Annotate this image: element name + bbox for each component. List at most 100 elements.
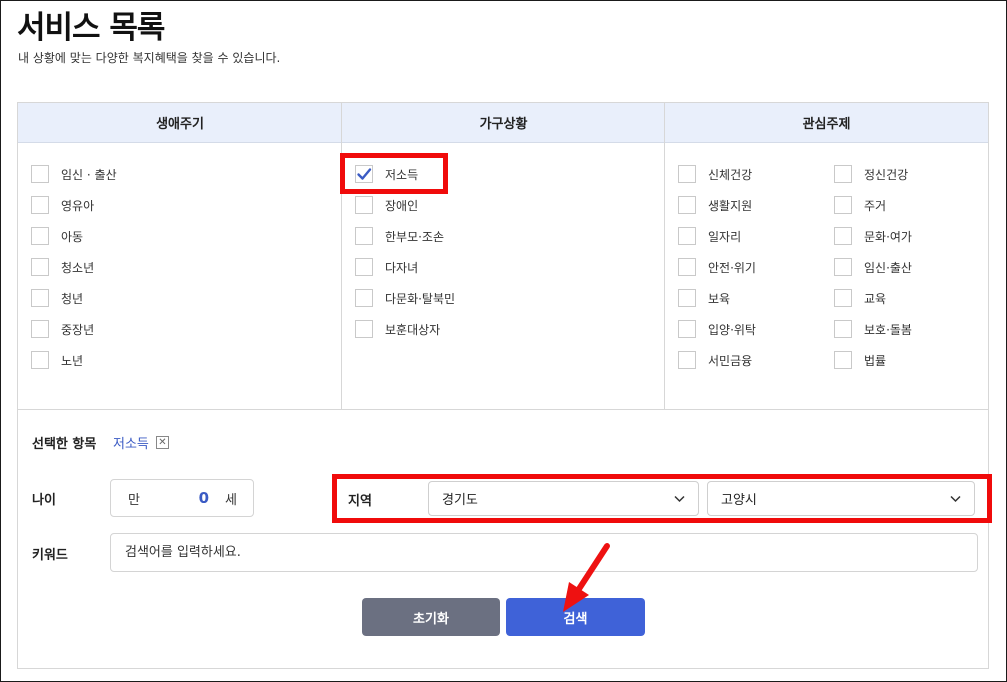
checkbox[interactable] [678,320,696,338]
checkbox[interactable] [31,196,49,214]
option-single-parent[interactable]: 한부모·조손 [355,227,444,245]
option-finance[interactable]: 서민금융 [678,351,752,369]
checkbox[interactable] [678,165,696,183]
option-label: 한부모·조손 [385,229,445,244]
option-mental-health[interactable]: 정신건강 [834,165,908,183]
option-safety[interactable]: 안전·위기 [678,258,756,276]
option-label: 교육 [864,291,887,306]
checkbox[interactable] [834,196,852,214]
option-label: 보육 [708,291,731,306]
option-label: 노년 [61,353,84,368]
option-disabled[interactable]: 장애인 [355,196,418,214]
column-divider [341,103,342,409]
age-suffix: 세 [225,492,237,508]
age-input[interactable]: 만 0 세 [110,479,254,517]
option-label: 청소년 [61,260,95,275]
option-culture[interactable]: 문화·여가 [834,227,912,245]
option-housing[interactable]: 주거 [834,196,886,214]
option-pregnancy-birth[interactable]: 임신 · 출산 [31,165,117,183]
reset-button[interactable]: 초기화 [362,598,500,636]
option-label: 임신 · 출산 [61,167,117,182]
checkbox[interactable] [834,351,852,369]
age-value[interactable]: 0 [199,489,209,507]
option-child[interactable]: 아동 [31,227,83,245]
header-household: 가구상황 [342,103,665,143]
checkbox[interactable] [31,320,49,338]
option-jobs[interactable]: 일자리 [678,227,741,245]
checkbox[interactable] [31,227,49,245]
option-label: 정신건강 [864,167,909,182]
option-physical-health[interactable]: 신체건강 [678,165,752,183]
option-label: 안전·위기 [708,260,756,275]
header-lifecycle: 생애주기 [18,103,342,143]
close-icon[interactable]: ✕ [155,436,169,449]
option-living-support[interactable]: 생활지원 [678,196,752,214]
red-arrow-icon [563,543,610,612]
option-label: 아동 [61,229,84,244]
checkbox[interactable] [678,258,696,276]
option-adoption[interactable]: 입양·위탁 [678,320,756,338]
option-teen[interactable]: 청소년 [31,258,94,276]
checkbox[interactable] [678,196,696,214]
page-subtitle: 내 상황에 맞는 다양한 복지혜택을 찾을 수 있습니다. [18,51,281,65]
checkbox[interactable] [834,227,852,245]
option-label: 서민금융 [708,353,753,368]
option-multi-child[interactable]: 다자녀 [355,258,418,276]
checkbox[interactable] [834,320,852,338]
option-label: 다자녀 [385,260,419,275]
option-label: 임신·출산 [864,260,912,275]
option-label: 일자리 [708,229,742,244]
checkbox[interactable] [355,258,373,276]
option-label: 영유아 [61,198,95,213]
option-care[interactable]: 보호·돌봄 [834,320,912,338]
checkbox[interactable] [834,258,852,276]
highlight-box [332,474,992,523]
checkbox[interactable] [834,289,852,307]
option-pregnancy[interactable]: 임신·출산 [834,258,912,276]
checkbox[interactable] [678,289,696,307]
checkbox[interactable] [355,196,373,214]
header-interest: 관심주제 [665,103,988,143]
option-multicultural[interactable]: 다문화·탈북민 [355,289,455,307]
highlight-box [340,153,448,194]
option-label: 보훈대상자 [385,322,441,337]
checkbox[interactable] [31,351,49,369]
page-title: 서비스 목록 [17,10,165,46]
selected-chip-label: 저소득 [113,437,149,452]
option-label: 장애인 [385,198,419,213]
checkbox[interactable] [355,320,373,338]
checkbox[interactable] [834,165,852,183]
keyword-label: 키워드 [32,548,68,563]
age-label: 나이 [32,493,56,508]
option-label: 주거 [864,198,887,213]
column-divider [664,103,665,409]
filter-panel: 생애주기 가구상황 관심주제 임신 · 출산 영유아 아동 청소년 청년 중장년… [17,102,989,669]
option-label: 생활지원 [708,198,753,213]
option-education[interactable]: 교육 [834,289,886,307]
option-label: 청년 [61,291,84,306]
option-senior[interactable]: 노년 [31,351,83,369]
option-label: 다문화·탈북민 [385,291,456,306]
checkbox[interactable] [355,227,373,245]
selected-items-label: 선택한 항목 [32,437,97,452]
checkbox[interactable] [355,289,373,307]
keyword-input[interactable] [110,533,978,572]
option-label: 법률 [864,353,887,368]
option-middle-age[interactable]: 중장년 [31,320,94,338]
option-label: 문화·여가 [864,229,912,244]
option-label: 입양·위탁 [708,322,756,337]
checkbox[interactable] [31,165,49,183]
checkbox[interactable] [678,227,696,245]
option-label: 신체건강 [708,167,753,182]
selected-chip[interactable]: 저소득 ✕ [113,433,169,452]
option-childcare[interactable]: 보육 [678,289,730,307]
option-youth[interactable]: 청년 [31,289,83,307]
option-label: 보호·돌봄 [864,322,912,337]
checkbox[interactable] [31,289,49,307]
checkbox[interactable] [31,258,49,276]
section-divider [18,409,988,410]
option-legal[interactable]: 법률 [834,351,886,369]
option-infant[interactable]: 영유아 [31,196,94,214]
option-veteran[interactable]: 보훈대상자 [355,320,440,338]
checkbox[interactable] [678,351,696,369]
